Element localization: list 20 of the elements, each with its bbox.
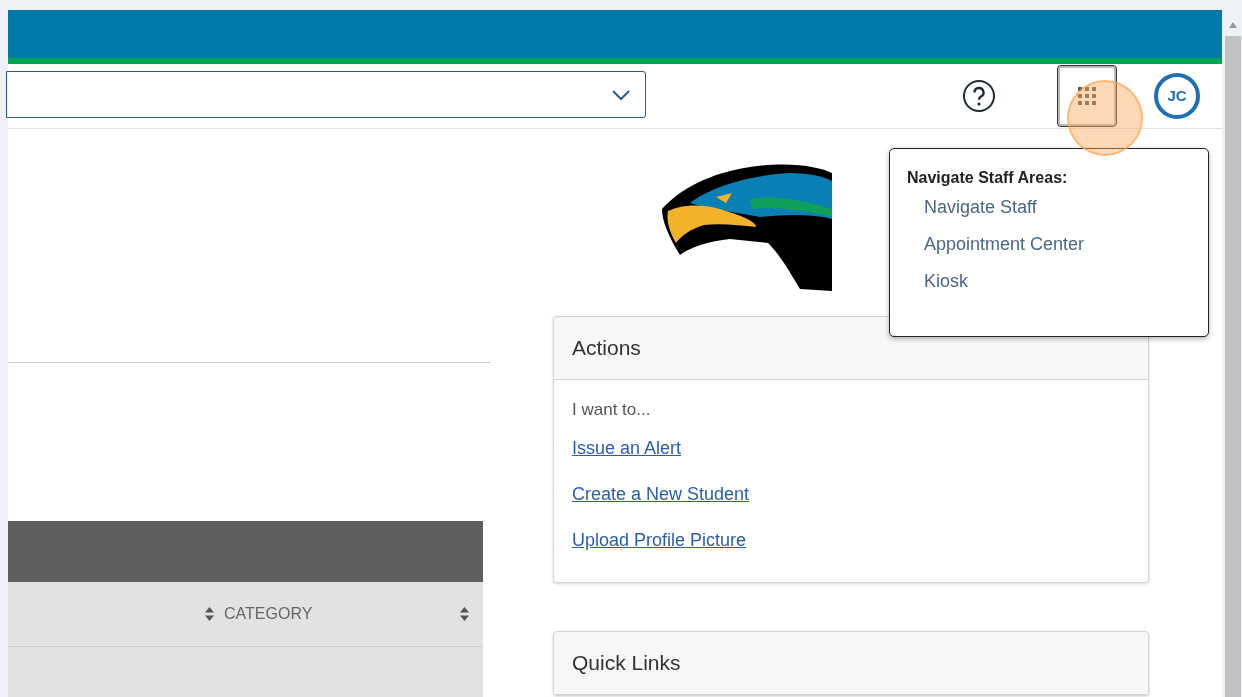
apps-grid-button[interactable] [1057,64,1117,127]
action-link[interactable]: Create a New Student [572,484,750,505]
action-link[interactable]: Issue an Alert [572,438,682,459]
menu-heading: Navigate Staff Areas: [907,169,1068,187]
dropdown-field[interactable] [6,71,646,119]
help-icon[interactable] [962,78,996,113]
action-link[interactable]: Upload Profile Picture [572,530,747,551]
user-avatar[interactable]: JC [1154,72,1200,119]
menu-item[interactable]: Navigate Staff [924,197,1037,218]
column-header: CATEGORY [224,605,313,623]
scroll-thumb[interactable] [1225,36,1241,697]
grid-icon [1077,85,1097,106]
menu-item[interactable]: Kiosk [924,271,968,292]
card-title: Actions [572,336,641,360]
card-title: Quick Links [572,651,681,675]
sort-icon[interactable] [460,607,469,621]
intro-text: I want to... [572,400,652,420]
chevron-down-icon [611,88,631,101]
sort-icon[interactable] [205,607,214,621]
menu-item[interactable]: Appointment Center [924,234,1085,255]
